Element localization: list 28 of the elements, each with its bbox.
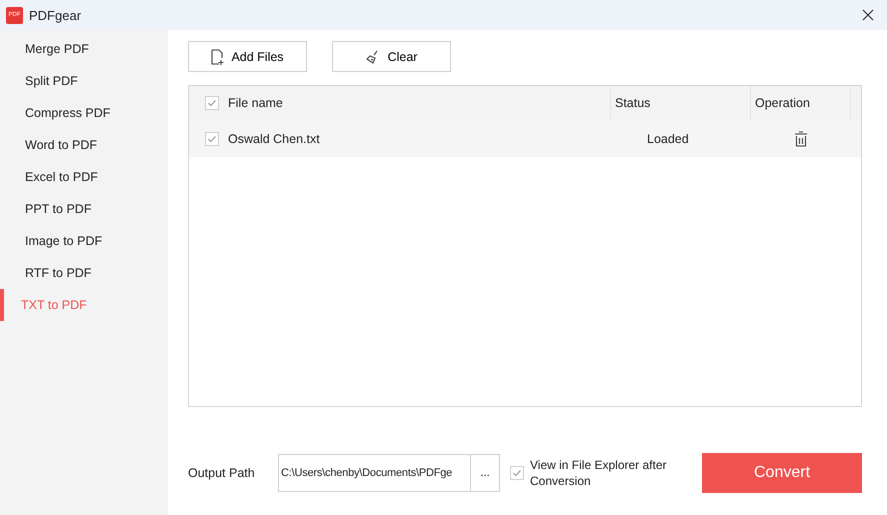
- checkmark-icon: [207, 98, 217, 108]
- column-header: Operation: [755, 96, 810, 110]
- sidebar-item[interactable]: Split PDF: [0, 65, 168, 97]
- toolbar-button[interactable]: Add Files: [188, 41, 307, 72]
- output-path-label: Output Path: [188, 466, 256, 480]
- checkmark-icon: [512, 468, 522, 478]
- checkbox-label: View in File Explorer after Conversion: [530, 457, 668, 489]
- output-path-field[interactable]: C:\Users\chenby\Documents\PDFge ...: [278, 454, 500, 492]
- toolbar-button[interactable]: Clear: [332, 41, 451, 72]
- sidebar-item[interactable]: Word to PDF: [0, 129, 168, 161]
- add-file-icon: [211, 48, 226, 64]
- window-title: PDFgear: [29, 8, 82, 22]
- table-cell: Oswald Chen.txt: [228, 132, 320, 146]
- close-icon[interactable]: [861, 8, 875, 22]
- column-header: File name: [228, 96, 283, 110]
- table-cell: Loaded: [647, 132, 689, 146]
- sidebar-item[interactable]: Merge PDF: [0, 33, 168, 65]
- sidebar-item[interactable]: Image to PDF: [0, 225, 168, 257]
- sidebar-item[interactable]: PPT to PDF: [0, 193, 168, 225]
- checkmark-icon: [207, 134, 217, 144]
- trash-icon[interactable]: [794, 130, 808, 146]
- sidebar-item[interactable]: Excel to PDF: [0, 161, 168, 193]
- column-header: Status: [615, 96, 650, 110]
- sidebar-item[interactable]: RTF to PDF: [0, 257, 168, 289]
- checkbox[interactable]: [205, 132, 219, 146]
- checkbox[interactable]: [510, 466, 524, 480]
- sidebar-item[interactable]: Compress PDF: [0, 97, 168, 129]
- checkbox[interactable]: [205, 96, 219, 110]
